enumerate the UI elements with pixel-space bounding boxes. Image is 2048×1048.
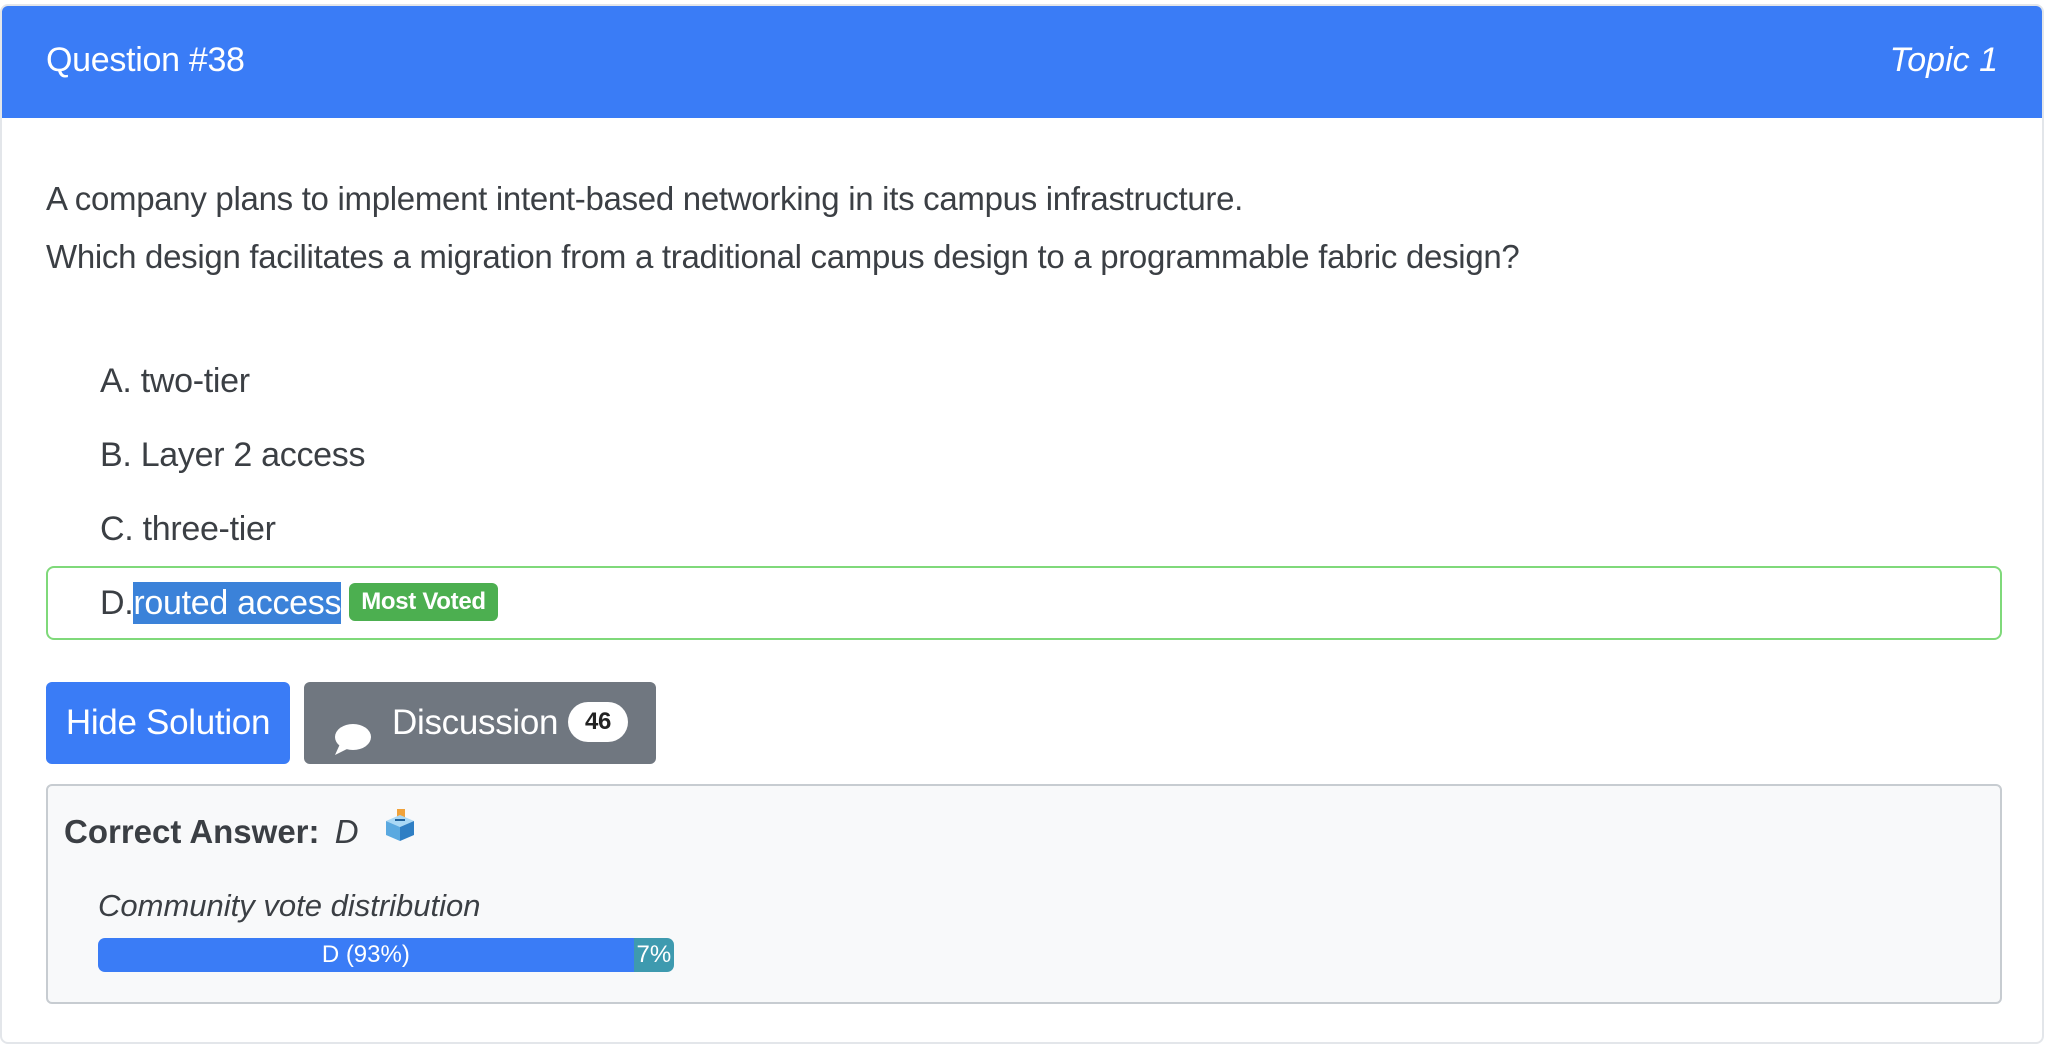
vote-distribution-bar: D (93%) 7%	[98, 938, 674, 972]
correct-answer-label: Correct Answer:	[64, 813, 320, 850]
most-voted-badge: Most Voted	[349, 583, 498, 622]
choice-a[interactable]: A. two-tier	[46, 344, 2002, 418]
question-text-line-1: A company plans to implement intent-base…	[46, 180, 1243, 217]
choices-list: A. two-tier B. Layer 2 access C. three-t…	[46, 344, 2002, 640]
choice-c[interactable]: C. three-tier	[46, 492, 2002, 566]
choice-d[interactable]: D.routed access Most Voted	[46, 566, 2002, 640]
hide-solution-button[interactable]: Hide Solution	[46, 682, 290, 764]
vote-segment-other: 7%	[633, 938, 674, 972]
choice-text: Layer 2 access	[140, 436, 366, 474]
discussion-button[interactable]: Discussion 46	[304, 682, 656, 764]
choice-letter: A.	[100, 362, 132, 400]
vote-segment-d: D (93%)	[98, 938, 634, 972]
question-number: Question #38	[46, 41, 245, 79]
choice-text-selected: routed access	[133, 582, 342, 624]
discussion-label: Discussion	[392, 703, 559, 742]
choice-letter: D.	[100, 584, 134, 622]
choice-text: two-tier	[140, 362, 250, 400]
question-card: Question #38 Topic 1 A company plans to …	[0, 4, 2044, 1044]
discussion-count-badge: 46	[568, 702, 628, 742]
topic-label: Topic 1	[1889, 41, 1998, 79]
choice-b[interactable]: B. Layer 2 access	[46, 418, 2002, 492]
question-text: A company plans to implement intent-base…	[46, 170, 1520, 286]
correct-answer-value: D	[334, 813, 359, 850]
ballot-box-icon	[382, 807, 418, 854]
choice-text: three-tier	[142, 510, 276, 548]
correct-answer-line: Correct Answer: D	[64, 807, 418, 858]
choice-letter: C.	[100, 510, 134, 548]
solution-panel: Correct Answer: D Community vote distrib…	[46, 784, 2002, 1004]
question-header: Question #38 Topic 1	[2, 6, 2042, 118]
question-text-line-2: Which design facilitates a migration fro…	[46, 238, 1520, 275]
chat-bubble-icon	[332, 706, 372, 755]
choice-letter: B.	[100, 436, 132, 474]
vote-distribution-title: Community vote distribution	[98, 888, 481, 923]
